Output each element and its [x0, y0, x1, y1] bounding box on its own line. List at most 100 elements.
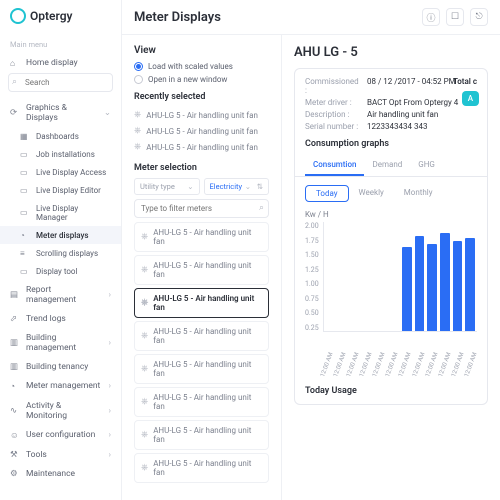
maintenance-icon: ⚙: [10, 469, 20, 479]
y-axis-label: Kw / H: [305, 210, 477, 219]
search-icon: ⌕: [12, 77, 17, 87]
sort-icon[interactable]: ⇅: [257, 182, 263, 191]
chevron-right-icon: ›: [108, 430, 111, 440]
edit-icon: ▭: [20, 186, 30, 195]
tab-demand[interactable]: Demand: [364, 155, 410, 176]
chart-bar: [338, 330, 348, 331]
chart-bar: [402, 247, 412, 331]
pin-icon: ⎈: [134, 110, 141, 120]
chart-bar: [326, 330, 336, 331]
radio-newwindow[interactable]: Open in a new window: [134, 75, 269, 84]
sidebar-item-job[interactable]: ▭Job installations: [0, 145, 121, 163]
sidebar-search[interactable]: ⌕: [8, 73, 113, 92]
meter-title: AHU LG - 5: [294, 45, 488, 60]
tenancy-icon: ▥: [10, 362, 20, 372]
range-monthly[interactable]: Monthly: [394, 185, 443, 202]
meter-item[interactable]: ⎈AHU-LG 5 - Air handling unit fan: [134, 321, 269, 351]
meter-item[interactable]: ⎈AHU-LG 5 - Air handling unit fan: [134, 288, 269, 318]
report-icon: ▤: [10, 290, 20, 300]
sidebar-home[interactable]: ⌂ Home display: [0, 53, 121, 73]
sidebar: Optergy Main menu ⌂Home display ⌕ ⟳Graph…: [0, 0, 122, 500]
chevron-right-icon: ›: [108, 290, 111, 300]
y-tick: 1.50: [305, 251, 319, 259]
range-weekly[interactable]: Weekly: [349, 185, 394, 202]
meter-item[interactable]: ⎈AHU-LG 5 - Air handling unit fan: [134, 354, 269, 384]
tab-ghg[interactable]: GHG: [410, 155, 443, 176]
recent-item[interactable]: ⎈AHU-LG 5 - Air handling unit fan: [134, 123, 269, 139]
y-tick: 0.50: [305, 309, 319, 317]
sidebar-group-graphics[interactable]: ⟳Graphics & Displays⌄: [0, 98, 121, 127]
bookmark-button[interactable]: ☐: [446, 8, 464, 26]
add-button[interactable]: A: [462, 91, 479, 106]
gauge-icon: ◔: [20, 231, 30, 240]
view-heading: View: [134, 45, 269, 56]
sidebar-group-building[interactable]: ▥Building management›: [0, 328, 121, 357]
chart-bar: [453, 241, 463, 331]
chart-bar: [389, 330, 399, 331]
main-content: Meter Displays ⓘ ☐ ⎋ View Load with scal…: [122, 0, 500, 500]
utility-select[interactable]: Utility type⌄: [134, 178, 200, 195]
info-button[interactable]: ⓘ: [422, 8, 440, 26]
filter-input[interactable]: [134, 199, 269, 218]
electricity-select[interactable]: Electricity⌄⇅: [204, 178, 270, 195]
chevron-down-icon: ⌄: [187, 182, 193, 191]
y-tick: 1.25: [305, 266, 319, 274]
user-icon: ☺: [10, 430, 20, 441]
sidebar-group-maintenance[interactable]: ⚙Maintenance: [0, 464, 121, 483]
recent-item[interactable]: ⎈AHU-LG 5 - Air handling unit fan: [134, 107, 269, 123]
chart-bar: [351, 330, 361, 331]
sidebar-group-tools[interactable]: ⚒Tools›: [0, 445, 121, 464]
sidebar-group-activity[interactable]: ∿Activity & Monitoring›: [0, 396, 121, 425]
wrench-icon: ⚒: [10, 450, 20, 460]
meter-item[interactable]: ⎈AHU-LG 5 - Air handling unit fan: [134, 453, 269, 483]
meter-item[interactable]: ⎈AHU-LG 5 - Air handling unit fan: [134, 222, 269, 252]
meta-row: Meter driver :BACT Opt From Optergy 4: [305, 98, 477, 107]
search-icon: ⌕: [259, 203, 264, 213]
logo-icon: [10, 8, 26, 24]
sidebar-item-display-tool[interactable]: ▭Display tool: [0, 262, 121, 280]
sidebar-group-report[interactable]: ▤Report management›: [0, 280, 121, 309]
recent-item[interactable]: ⎈AHU-LG 5 - Air handling unit fan: [134, 139, 269, 155]
config-panel: View Load with scaled values Open in a n…: [122, 35, 282, 500]
chevron-down-icon: ⌄: [245, 182, 251, 191]
chart-bar: [427, 244, 437, 331]
pin-icon: ⎈: [141, 265, 148, 275]
radio-scaled[interactable]: Load with scaled values: [134, 62, 269, 71]
chart-bar: [364, 330, 374, 331]
chart-bar: [440, 233, 450, 331]
sidebar-item-live-access[interactable]: ▭Live Display Access: [0, 163, 121, 181]
range-today[interactable]: Today: [305, 185, 349, 202]
link-button[interactable]: ⎋: [470, 8, 488, 26]
y-tick: 0.25: [305, 324, 319, 332]
sidebar-home-label: Home display: [26, 58, 78, 68]
sidebar-item-live-editor[interactable]: ▭Live Display Editor: [0, 181, 121, 199]
sidebar-group-trend[interactable]: ⬀Trend logs: [0, 309, 121, 328]
sidebar-section-label: Main menu: [0, 34, 121, 53]
chart-bar: [465, 238, 475, 331]
sidebar-item-meter-displays[interactable]: ◔Meter displays: [0, 226, 121, 244]
search-input[interactable]: [8, 73, 113, 92]
meter-item[interactable]: ⎈AHU-LG 5 - Air handling unit fan: [134, 420, 269, 450]
y-tick: 1.75: [305, 237, 319, 245]
pin-icon: ⎈: [141, 331, 148, 341]
chart-bar: [376, 330, 386, 331]
home-icon: ⌂: [10, 58, 20, 69]
building-icon: ▥: [10, 338, 20, 348]
tab-consumption[interactable]: Consumtion: [305, 155, 364, 176]
meter-item[interactable]: ⎈AHU-LG 5 - Air handling unit fan: [134, 387, 269, 417]
sidebar-item-live-manager[interactable]: ▭Live Display Manager: [0, 199, 121, 226]
sidebar-group-meter[interactable]: ◔Meter management›: [0, 376, 121, 396]
sidebar-group-user[interactable]: ☺User configuration›: [0, 425, 121, 445]
meter-selection-heading: Meter selection: [134, 163, 269, 173]
sidebar-item-scrolling[interactable]: ≡Scrolling displays: [0, 244, 121, 262]
filter-meters[interactable]: ⌕: [134, 199, 269, 218]
meta-row: Description :Air handling unit fan: [305, 110, 477, 119]
sidebar-group-tenancy[interactable]: ▥Building tenancy: [0, 357, 121, 376]
sidebar-item-dashboards[interactable]: ▦Dashboards: [0, 127, 121, 145]
graph-tabs: Consumtion Demand GHG: [295, 155, 487, 177]
radio-on-icon: [134, 62, 143, 71]
chevron-down-icon: ⌄: [104, 108, 111, 118]
top-bar: Meter Displays ⓘ ☐ ⎋: [122, 0, 500, 35]
meter-item[interactable]: ⎈AHU-LG 5 - Air handling unit fan: [134, 255, 269, 285]
chevron-right-icon: ›: [108, 406, 111, 416]
